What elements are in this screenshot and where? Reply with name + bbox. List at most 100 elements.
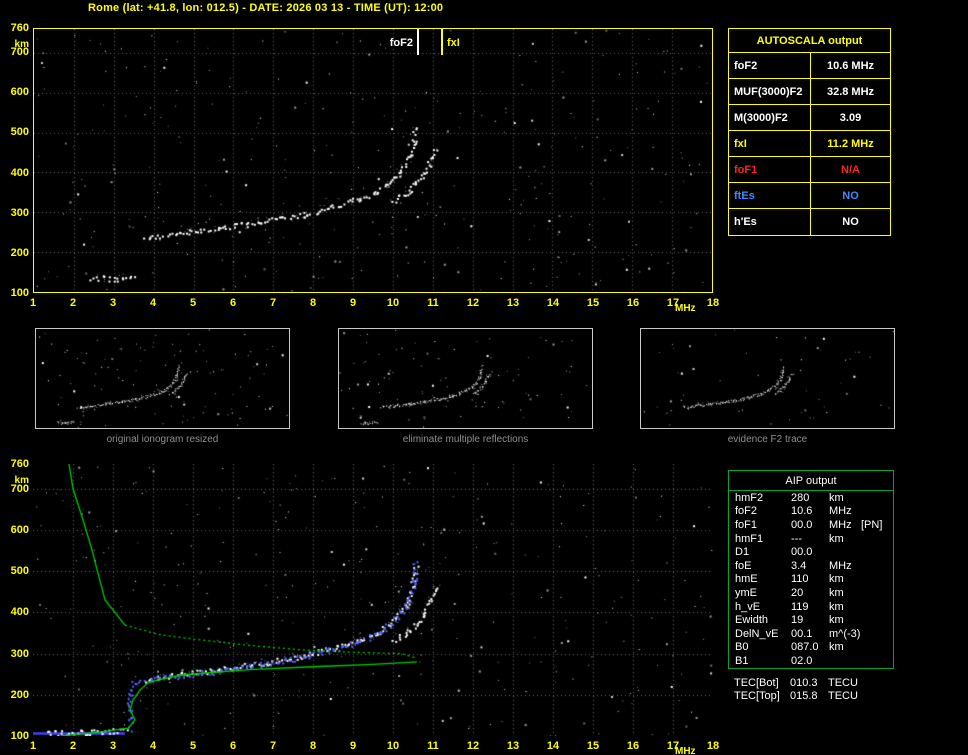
x-tick-label: 13: [506, 740, 520, 752]
fxi-marker-label: fxI: [447, 37, 460, 49]
aip-row-value: ---: [791, 532, 802, 545]
x-axis-unit-label: MHz: [675, 746, 696, 755]
autoscala-row-value: 11.2 MHz: [827, 137, 874, 150]
tec-row-tec-bot: TEC[Bot] 010.3 TECU: [728, 676, 894, 690]
aip-row-value: 02.0: [791, 654, 813, 667]
x-tick-label: 15: [586, 297, 600, 309]
y-tick-label: 400: [10, 606, 29, 619]
y-tick-label: 200: [10, 688, 29, 701]
aip-row-value: 280: [791, 491, 810, 504]
autoscala-row-label: MUF(3000)F2: [729, 79, 811, 104]
y-tick-label: 600: [10, 523, 29, 536]
aip-row-value: 3.4: [791, 559, 807, 572]
aip-row-fof1: foF1 00.0 MHz [PN]: [729, 518, 893, 532]
aip-row-label: D1: [735, 546, 750, 559]
aip-row-unit: km: [829, 573, 844, 586]
aip-row-hme: hmE 110 km: [729, 573, 893, 587]
aip-row-label: B1: [735, 654, 749, 667]
aip-row-value: 119: [791, 600, 809, 613]
autoscala-row-fxi: fxI 11.2 MHz: [729, 131, 890, 157]
autoscala-window: Rome (lat: +41.8, lon: 012.5) - DATE: 20…: [0, 0, 968, 755]
y-tick-label: 760: [10, 22, 29, 34]
aip-row-value: 110: [791, 573, 809, 586]
aip-row-d1: D1 00.0: [729, 545, 893, 559]
page-title: Rome (lat: +41.8, lon: 012.5) - DATE: 20…: [88, 2, 444, 14]
aip-row-label: Ewidth: [735, 614, 769, 627]
autoscala-row-value: N/A: [841, 163, 860, 176]
x-tick-label: 18: [706, 297, 720, 309]
autoscala-row-value: NO: [842, 189, 859, 202]
x-tick-label: 6: [229, 297, 237, 309]
thumb-caption-eliminate: eliminate multiple reflections: [402, 434, 529, 445]
aip-row-unit: km: [829, 614, 844, 627]
x-tick-label: 4: [149, 297, 157, 309]
aip-row-yme: ymE 20 km: [729, 586, 893, 600]
y-tick-label: 500: [10, 126, 29, 139]
x-tick-label: 9: [349, 297, 357, 309]
y-tick-label: 200: [10, 246, 29, 259]
fof2-marker-line: [417, 29, 419, 55]
x-tick-label: 5: [189, 297, 197, 309]
aip-row-unit: km: [829, 532, 844, 545]
x-tick-label: 11: [427, 297, 439, 309]
x-tick-label: 14: [546, 297, 560, 309]
x-tick-label: 14: [546, 740, 560, 752]
thumb-caption-evidence: evidence F2 trace: [727, 434, 808, 445]
aip-row-label: B0: [735, 641, 749, 654]
aip-row-hmf1: hmF1 --- km: [729, 532, 893, 546]
fxi-marker-line: [441, 29, 443, 55]
y-axis-unit-label: km: [14, 475, 29, 486]
aip-row-unit: MHz: [829, 505, 852, 518]
aip-table-title: AIP output: [729, 471, 893, 491]
thumb-original-ionogram-canvas: [36, 329, 289, 428]
x-tick-label: 5: [189, 740, 197, 752]
aip-output-table: AIP output hmF2 280 km foF2 10.6 MHz foF1 00.0 M…: [728, 470, 894, 669]
y-tick-label: 300: [10, 647, 29, 660]
autoscala-row-m-3000-f2: M(3000)F2 3.09: [729, 105, 890, 131]
aip-row-unit: km: [829, 586, 844, 599]
x-tick-label: 16: [626, 297, 640, 309]
y-tick-label: 760: [10, 458, 29, 470]
x-tick-label: 7: [269, 297, 277, 309]
x-tick-label: 3: [109, 297, 117, 309]
aip-row-h-ve: h_vE 119 km: [729, 600, 893, 614]
aip-row-unit: km: [829, 641, 844, 654]
aip-table-rows: hmF2 280 km foF2 10.6 MHz foF1 00.0 MHz [PN] hmF1 -…: [729, 491, 893, 668]
tec-row-label: TEC[Bot]: [734, 676, 779, 689]
tec-row-tec-top: TEC[Top] 015.8 TECU: [728, 690, 894, 704]
x-tick-label: 10: [386, 740, 400, 752]
thumb-evidence-f2-trace: [640, 328, 895, 429]
x-tick-label: 1: [29, 740, 37, 752]
x-tick-label: 16: [626, 740, 640, 752]
aip-row-label: ymE: [735, 586, 757, 599]
x-tick-label: 1: [29, 297, 37, 309]
aip-row-value: 00.1: [791, 627, 813, 640]
aip-row-label: foF1: [735, 518, 758, 531]
aip-row-unit: km: [829, 600, 844, 613]
aip-row-deln-ve: DelN_vE 00.1 m^(-3): [729, 627, 893, 641]
aip-row-value: 19: [791, 614, 804, 627]
main-ionogram-canvas: [34, 29, 712, 292]
autoscala-row-label: fxI: [729, 131, 811, 156]
aip-row-foe: foE 3.4 MHz: [729, 559, 893, 573]
autoscala-row-label: foF2: [729, 53, 811, 78]
x-tick-label: 8: [309, 740, 317, 752]
aip-row-label: foF2: [735, 505, 758, 518]
profile-ionogram-plot: [33, 464, 713, 736]
x-tick-label: 12: [466, 297, 480, 309]
x-tick-label: 13: [506, 297, 520, 309]
aip-row-unit: MHz: [829, 559, 852, 572]
autoscala-row-value: 3.09: [839, 111, 862, 124]
aip-row-label: hmE: [735, 573, 758, 586]
aip-row-unit: MHz: [829, 518, 852, 531]
x-axis-unit-label: MHz: [675, 303, 696, 314]
thumb-evidence-f2-trace-canvas: [641, 329, 894, 428]
aip-row-label: DelN_vE: [735, 627, 779, 640]
autoscala-row-label: M(3000)F2: [729, 105, 811, 130]
aip-row-unit: m^(-3): [829, 627, 861, 640]
fof2-marker-label: foF2: [389, 37, 413, 49]
aip-row-fof2: foF2 10.6 MHz: [729, 505, 893, 519]
y-tick-label: 500: [10, 565, 29, 578]
x-tick-label: 3: [109, 740, 117, 752]
x-tick-label: 6: [229, 740, 237, 752]
